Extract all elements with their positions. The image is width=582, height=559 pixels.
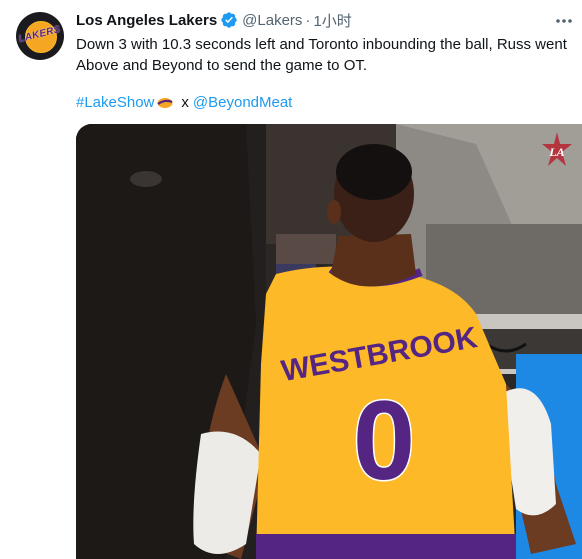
author-handle[interactable]: @Lakers <box>242 12 302 29</box>
verified-badge-icon <box>221 12 237 28</box>
la-corner-logo-icon: LA <box>542 132 572 166</box>
mention-link[interactable]: @BeyondMeat <box>193 93 292 113</box>
corner-logo-text: LA <box>548 145 564 159</box>
tweet-card[interactable]: LAKERS Los Angeles Lakers @Lakers · 1小时 … <box>0 0 582 559</box>
jersey-number-text: 0 <box>353 378 415 503</box>
tweet-media-image[interactable]: WESTBROOK 0 <box>76 124 582 559</box>
basketball-emoji-icon <box>157 98 173 108</box>
separator-dot: · <box>305 11 311 29</box>
connector-text: x <box>181 94 189 111</box>
more-options-icon[interactable] <box>553 12 575 30</box>
tweet-timestamp[interactable]: 1小时 <box>313 10 351 31</box>
tweet-tags: #LakeShow x @BeyondMeat <box>76 93 292 113</box>
hashtag-link[interactable]: #LakeShow <box>76 93 154 113</box>
tweet-text: Down 3 with 10.3 seconds left and Toront… <box>76 36 567 74</box>
tweet-header: Los Angeles Lakers @Lakers · 1小时 <box>76 10 352 30</box>
game-photo: WESTBROOK 0 <box>76 124 582 559</box>
author-avatar[interactable]: LAKERS <box>16 12 64 60</box>
author-name[interactable]: Los Angeles Lakers <box>76 12 217 29</box>
